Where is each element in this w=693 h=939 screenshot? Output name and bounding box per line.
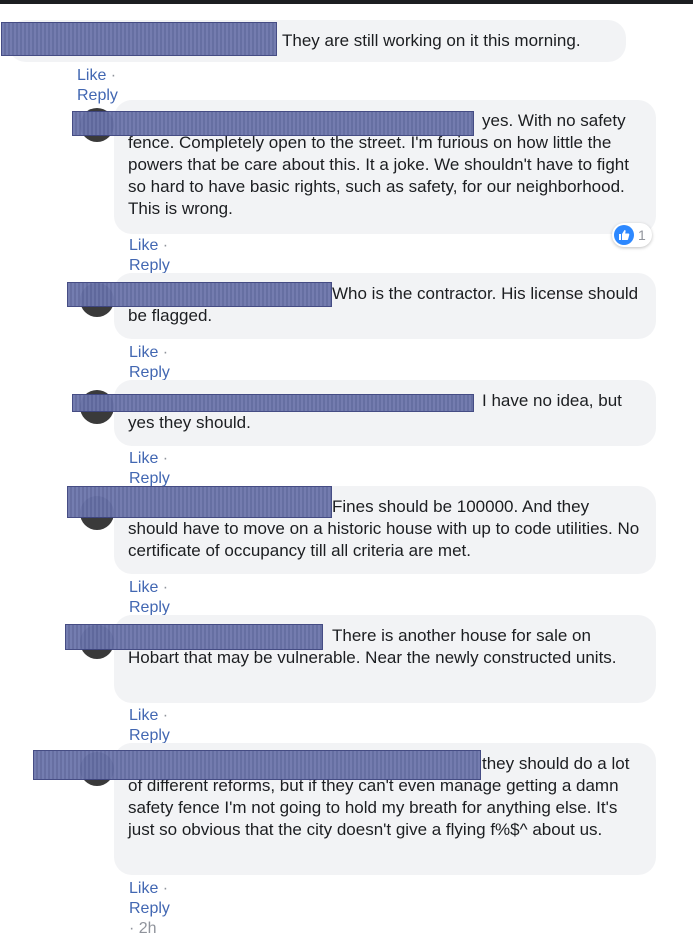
redacted-author-name	[1, 22, 277, 56]
redacted-author-name	[67, 282, 332, 307]
reply-link[interactable]: Reply	[129, 257, 170, 274]
reply-link[interactable]: Reply	[129, 364, 170, 381]
like-link[interactable]: Like	[129, 450, 158, 467]
timestamp[interactable]: 2h	[139, 920, 157, 937]
reply-link[interactable]: Reply	[129, 470, 170, 487]
like-reaction-icon	[614, 225, 634, 245]
like-link[interactable]: Like	[129, 707, 158, 724]
reaction-summary[interactable]: 1	[612, 223, 652, 247]
redacted-author-name	[33, 750, 481, 780]
comment-text: They are still working on it this mornin…	[282, 31, 581, 50]
like-link[interactable]: Like	[129, 579, 158, 596]
reaction-count: 1	[638, 227, 646, 243]
redacted-author-name	[72, 111, 474, 136]
like-link[interactable]: Like	[129, 237, 158, 254]
comment-bubble: I have no idea, but yes they should.	[114, 380, 656, 446]
reply-link[interactable]: Reply	[77, 87, 118, 104]
comment-actions: Like · Reply · 2h	[129, 880, 170, 937]
redacted-author-name	[65, 624, 323, 650]
reply-link[interactable]: Reply	[129, 727, 170, 744]
like-link[interactable]: Like	[129, 344, 158, 361]
top-border	[0, 0, 693, 4]
like-link[interactable]: Like	[77, 67, 106, 84]
like-link[interactable]: Like	[129, 880, 158, 897]
reply-link[interactable]: Reply	[129, 900, 170, 917]
reply-link[interactable]: Reply	[129, 599, 170, 616]
redacted-author-name	[72, 394, 474, 412]
redacted-author-name	[67, 486, 332, 518]
